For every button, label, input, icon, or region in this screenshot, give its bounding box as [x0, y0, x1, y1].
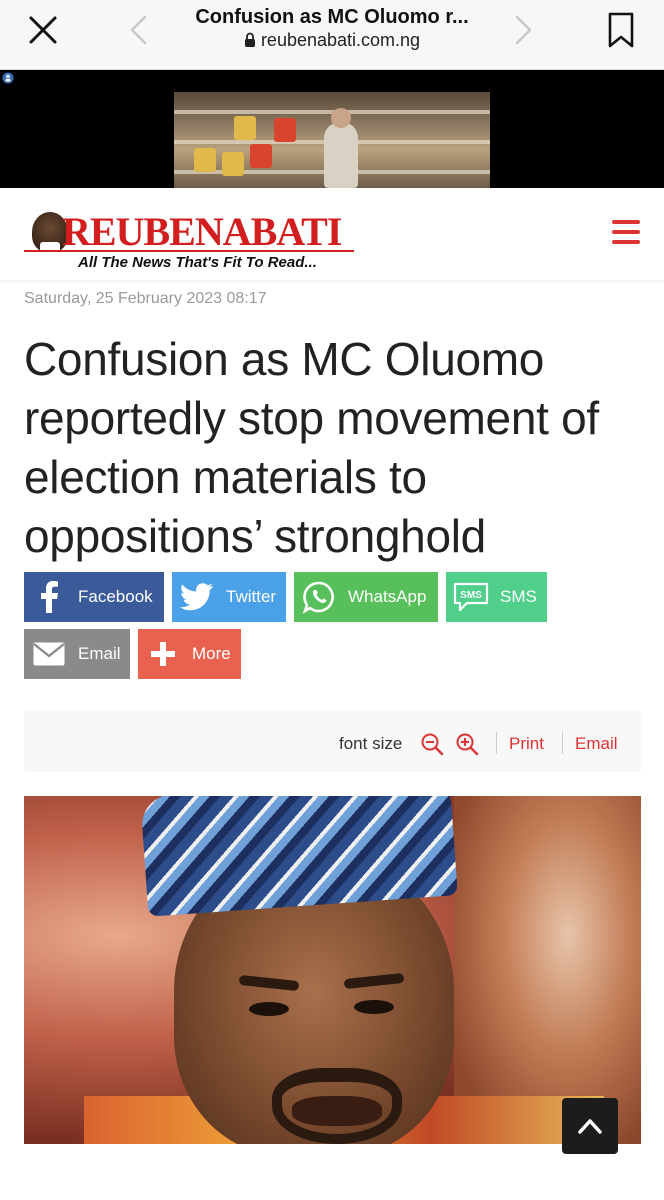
site-logo[interactable]: REUBENABATI All The News That's Fit To R… [24, 208, 356, 271]
menu-bar [612, 230, 640, 234]
ad-person [324, 122, 358, 188]
share-sms-label: SMS [500, 587, 537, 606]
sms-icon: SMS [446, 572, 496, 622]
facebook-icon [24, 572, 74, 622]
photo-eye [354, 1000, 394, 1014]
chevron-right-icon[interactable] [512, 14, 534, 46]
photo-mouth [292, 1096, 382, 1126]
plus-icon [138, 629, 188, 679]
ad-product [234, 116, 256, 140]
envelope-icon [24, 629, 74, 679]
share-facebook-button[interactable]: Facebook [24, 572, 164, 622]
font-size-label: font size [339, 734, 403, 753]
ad-person-head [331, 108, 351, 128]
ad-product [222, 152, 244, 176]
share-email-label: Email [78, 644, 121, 663]
article-date: Saturday, 25 February 2023 08:17 [24, 290, 267, 307]
share-twitter-button[interactable]: Twitter [172, 572, 286, 622]
share-email-button[interactable]: Email [24, 629, 130, 679]
ad-product [250, 144, 272, 168]
share-whatsapp-label: WhatsApp [348, 587, 427, 606]
article-headline: Confusion as MC Oluomo reportedly stop m… [24, 333, 599, 562]
ad-banner[interactable]: ✕ [0, 70, 664, 242]
scroll-to-top-button[interactable] [562, 1098, 618, 1154]
share-facebook-label: Facebook [78, 587, 153, 606]
whatsapp-icon [294, 572, 344, 622]
ad-choices-icon[interactable] [2, 72, 14, 84]
zoom-out-icon[interactable] [420, 732, 444, 756]
page-title: Confusion as MC Oluomo r... [195, 6, 469, 28]
close-icon[interactable] [26, 13, 60, 47]
share-more-label: More [192, 644, 231, 663]
photo-background [454, 796, 641, 1144]
logo-underline [24, 250, 354, 252]
lock-icon [244, 32, 255, 47]
logo-text: REUBENABATI [62, 209, 342, 254]
menu-bar [612, 220, 640, 224]
chevron-up-icon [578, 1119, 602, 1134]
ad-image[interactable] [174, 92, 490, 188]
share-whatsapp-button[interactable]: WhatsApp [294, 572, 438, 622]
print-link[interactable]: Print [509, 734, 544, 754]
email-link[interactable]: Email [575, 734, 618, 754]
share-more-button[interactable]: More [138, 629, 241, 679]
site-header: REUBENABATI All The News That's Fit To R… [0, 188, 664, 280]
url-text: reubenabati.com.ng [260, 30, 421, 50]
hamburger-menu-icon[interactable] [612, 220, 642, 246]
sms-icon-text: SMS [460, 590, 482, 601]
ad-product [194, 148, 216, 172]
article-image [24, 796, 641, 1144]
ad-product [274, 118, 296, 142]
share-sms-button[interactable]: SMS SMS [446, 572, 547, 622]
bookmark-icon[interactable] [606, 11, 636, 49]
share-twitter-label: Twitter [226, 587, 277, 606]
divider [496, 732, 497, 754]
menu-bar [612, 240, 640, 244]
chevron-left-icon[interactable] [128, 14, 150, 46]
url-bar[interactable]: reubenabati.com.ng [160, 30, 504, 51]
zoom-in-icon[interactable] [455, 732, 479, 756]
photo-eye [249, 1002, 289, 1016]
article-tools: font size Print Email [24, 710, 641, 772]
divider [562, 732, 563, 754]
browser-toolbar: Confusion as MC Oluomo r... reubenabati.… [0, 0, 664, 70]
site-tagline: All The News That's Fit To Read... [78, 254, 317, 271]
twitter-icon [172, 572, 222, 622]
